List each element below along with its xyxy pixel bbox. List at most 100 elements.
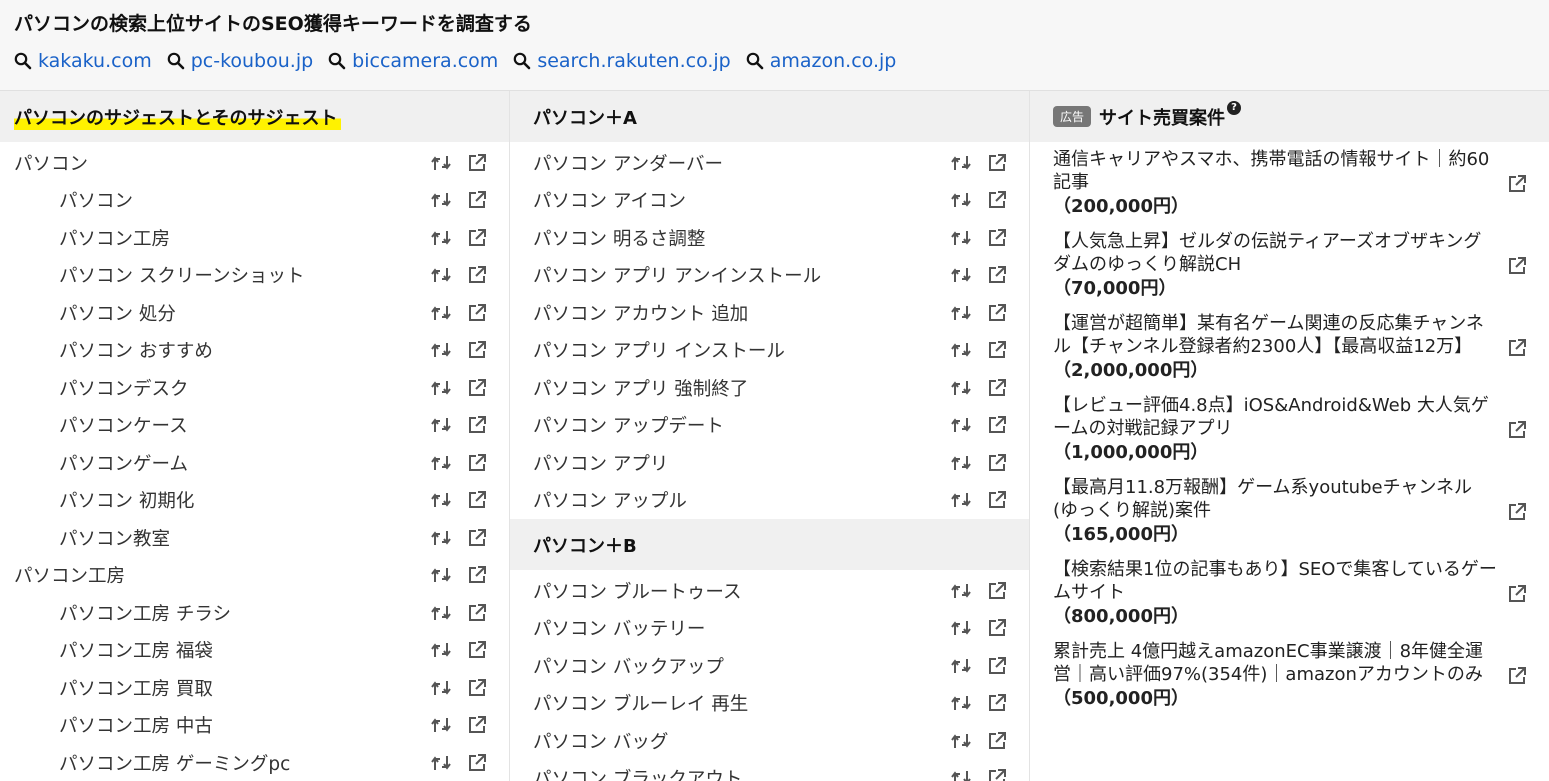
external-link-icon[interactable] — [1505, 500, 1529, 524]
external-link-icon[interactable] — [985, 691, 1009, 715]
external-link-icon[interactable] — [465, 601, 489, 625]
swap-icon[interactable] — [949, 616, 973, 640]
site-link[interactable]: search.rakuten.co.jp — [513, 50, 731, 72]
ad-title[interactable]: 通信キャリアやスマホ、携帯電話の情報サイト｜約60記事 — [1053, 148, 1497, 194]
swap-icon[interactable] — [949, 691, 973, 715]
swap-icon[interactable] — [429, 563, 453, 587]
ad-item[interactable]: 累計売上 4億円越えamazonEC事業譲渡｜8年健全運営｜高い評価97%(35… — [1030, 640, 1549, 712]
help-icon[interactable]: ? — [1227, 100, 1242, 115]
keyword-text[interactable]: パソコン — [14, 150, 429, 176]
swap-icon[interactable] — [949, 654, 973, 678]
swap-icon[interactable] — [949, 729, 973, 753]
external-link-icon[interactable] — [465, 263, 489, 287]
keyword-text[interactable]: パソコンデスク — [59, 375, 429, 401]
ad-item[interactable]: 【運営が超簡単】某有名ゲーム関連の反応集チャンネル【チャンネル登録者約2300人… — [1030, 312, 1549, 384]
keyword-text[interactable]: パソコン工房 買取 — [59, 675, 429, 701]
keyword-text[interactable]: パソコン スクリーンショット — [59, 262, 429, 288]
swap-icon[interactable] — [949, 188, 973, 212]
keyword-text[interactable]: パソコン アカウント 追加 — [533, 300, 949, 326]
external-link-icon[interactable] — [465, 226, 489, 250]
ad-title[interactable]: 【運営が超簡単】某有名ゲーム関連の反応集チャンネル【チャンネル登録者約2300人… — [1053, 312, 1497, 358]
keyword-text[interactable]: パソコン バッグ — [533, 728, 949, 754]
external-link-icon[interactable] — [985, 301, 1009, 325]
ad-title[interactable]: 累計売上 4億円越えamazonEC事業譲渡｜8年健全運営｜高い評価97%(35… — [1053, 640, 1497, 686]
external-link-icon[interactable] — [465, 751, 489, 775]
external-link-icon[interactable] — [985, 729, 1009, 753]
external-link-icon[interactable] — [1505, 418, 1529, 442]
swap-icon[interactable] — [949, 301, 973, 325]
external-link-icon[interactable] — [465, 188, 489, 212]
swap-icon[interactable] — [949, 263, 973, 287]
keyword-text[interactable]: パソコン アプリ — [533, 450, 949, 476]
swap-icon[interactable] — [429, 751, 453, 775]
external-link-icon[interactable] — [465, 151, 489, 175]
swap-icon[interactable] — [949, 376, 973, 400]
external-link-icon[interactable] — [465, 713, 489, 737]
external-link-icon[interactable] — [985, 616, 1009, 640]
external-link-icon[interactable] — [985, 263, 1009, 287]
keyword-text[interactable]: パソコン — [59, 187, 429, 213]
ad-title[interactable]: 【最高月11.8万報酬】ゲーム系youtubeチャンネル(ゆっくり解説)案件 — [1053, 476, 1497, 522]
keyword-text[interactable]: パソコン ブルートゥース — [533, 578, 949, 604]
ad-item[interactable]: 通信キャリアやスマホ、携帯電話の情報サイト｜約60記事 （200,000円） — [1030, 148, 1549, 220]
swap-icon[interactable] — [949, 226, 973, 250]
keyword-text[interactable]: パソコン アンダーバー — [533, 150, 949, 176]
site-link[interactable]: biccamera.com — [328, 50, 498, 72]
external-link-icon[interactable] — [985, 451, 1009, 475]
keyword-text[interactable]: パソコン教室 — [59, 525, 429, 551]
keyword-text[interactable]: パソコン アップデート — [533, 412, 949, 438]
swap-icon[interactable] — [429, 151, 453, 175]
keyword-text[interactable]: パソコン アプリ アンインストール — [533, 262, 949, 288]
external-link-icon[interactable] — [1505, 582, 1529, 606]
swap-icon[interactable] — [949, 151, 973, 175]
external-link-icon[interactable] — [985, 376, 1009, 400]
swap-icon[interactable] — [429, 338, 453, 362]
external-link-icon[interactable] — [985, 226, 1009, 250]
ad-item[interactable]: 【最高月11.8万報酬】ゲーム系youtubeチャンネル(ゆっくり解説)案件 （1… — [1030, 476, 1549, 548]
keyword-text[interactable]: パソコン アイコン — [533, 187, 949, 213]
ad-title[interactable]: 【検索結果1位の記事もあり】SEOで集客しているゲームサイト — [1053, 558, 1497, 604]
keyword-text[interactable]: パソコン工房 チラシ — [59, 600, 429, 626]
swap-icon[interactable] — [429, 676, 453, 700]
keyword-text[interactable]: パソコン工房 — [14, 562, 429, 588]
external-link-icon[interactable] — [465, 413, 489, 437]
swap-icon[interactable] — [949, 451, 973, 475]
swap-icon[interactable] — [429, 301, 453, 325]
swap-icon[interactable] — [429, 451, 453, 475]
external-link-icon[interactable] — [985, 654, 1009, 678]
keyword-text[interactable]: パソコン工房 中古 — [59, 712, 429, 738]
site-link[interactable]: kakaku.com — [14, 50, 152, 72]
external-link-icon[interactable] — [465, 301, 489, 325]
keyword-text[interactable]: パソコン 明るさ調整 — [533, 225, 949, 251]
keyword-text[interactable]: パソコン工房 ゲーミングpc — [59, 750, 429, 776]
keyword-text[interactable]: パソコン アップル — [533, 487, 949, 513]
external-link-icon[interactable] — [1505, 172, 1529, 196]
keyword-text[interactable]: パソコン バックアップ — [533, 653, 949, 679]
keyword-text[interactable]: パソコン 初期化 — [59, 487, 429, 513]
external-link-icon[interactable] — [465, 338, 489, 362]
swap-icon[interactable] — [949, 338, 973, 362]
external-link-icon[interactable] — [1505, 664, 1529, 688]
keyword-text[interactable]: パソコン アプリ インストール — [533, 337, 949, 363]
keyword-text[interactable]: パソコン バッテリー — [533, 615, 949, 641]
external-link-icon[interactable] — [465, 676, 489, 700]
swap-icon[interactable] — [949, 766, 973, 781]
swap-icon[interactable] — [949, 488, 973, 512]
swap-icon[interactable] — [429, 488, 453, 512]
keyword-text[interactable]: パソコン アプリ 強制終了 — [533, 375, 949, 401]
swap-icon[interactable] — [429, 263, 453, 287]
swap-icon[interactable] — [429, 413, 453, 437]
swap-icon[interactable] — [429, 601, 453, 625]
keyword-text[interactable]: パソコンゲーム — [59, 450, 429, 476]
keyword-text[interactable]: パソコン ブルーレイ 再生 — [533, 690, 949, 716]
keyword-text[interactable]: パソコン 処分 — [59, 300, 429, 326]
swap-icon[interactable] — [429, 226, 453, 250]
external-link-icon[interactable] — [985, 488, 1009, 512]
ad-title[interactable]: 【人気急上昇】ゼルダの伝説ティアーズオブザキングダムのゆっくり解説CH — [1053, 230, 1497, 276]
swap-icon[interactable] — [429, 526, 453, 550]
external-link-icon[interactable] — [465, 376, 489, 400]
external-link-icon[interactable] — [985, 413, 1009, 437]
ad-item[interactable]: 【検索結果1位の記事もあり】SEOで集客しているゲームサイト （800,000円） — [1030, 558, 1549, 630]
keyword-text[interactable]: パソコン おすすめ — [59, 337, 429, 363]
external-link-icon[interactable] — [985, 579, 1009, 603]
